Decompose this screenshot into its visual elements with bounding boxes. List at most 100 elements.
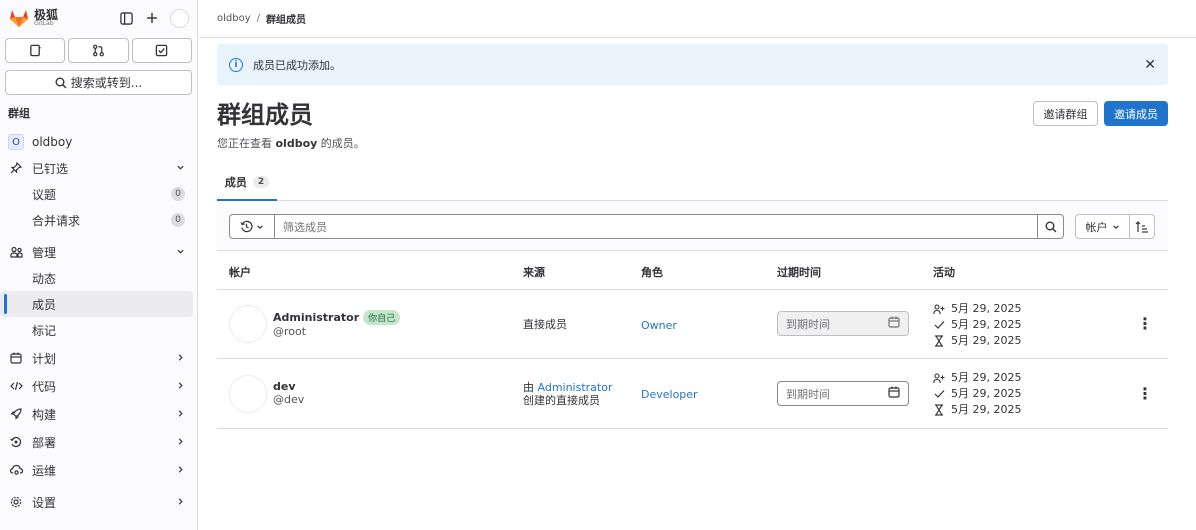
- count-badge: 0: [171, 213, 185, 227]
- column-header-expires: 过期时间: [777, 266, 821, 279]
- sidebar-item-label: 标记: [32, 323, 57, 338]
- issues-icon: [29, 44, 41, 57]
- sidebar-toggle-icon[interactable]: [118, 10, 134, 26]
- search-label: 搜索或转到...: [70, 76, 143, 90]
- sidebar-item-members[interactable]: 成员: [0, 291, 193, 317]
- merge-requests-shortcut-button[interactable]: [68, 38, 129, 63]
- issues-shortcut-button[interactable]: [5, 38, 66, 63]
- search-submit-button[interactable]: [1038, 214, 1064, 239]
- member-activity: 5月 29, 2025 5月 29, 2025 5月 29, 2025: [933, 370, 1021, 418]
- chevron-right-icon: [176, 379, 185, 393]
- breadcrumb: oldboy / 群组成员: [199, 0, 1196, 38]
- column-header-role: 角色: [641, 266, 663, 279]
- sidebar-item-code[interactable]: 代码: [0, 373, 193, 399]
- sidebar-item-merge-requests[interactable]: 合并请求 0: [0, 207, 193, 233]
- main-content: oldboy / 群组成员 i 成员已成功添加。 ✕ 群组成员 您正在查看 ol…: [199, 0, 1196, 530]
- avatar[interactable]: [229, 305, 267, 343]
- sidebar-item-manage[interactable]: 管理: [0, 239, 193, 265]
- avatar[interactable]: [229, 375, 267, 413]
- calendar-icon: [8, 352, 24, 364]
- calendar-icon: [888, 316, 900, 331]
- chevron-down-icon: [1112, 224, 1119, 229]
- tab-label: 成员: [224, 176, 247, 189]
- member-handle: @dev: [273, 393, 305, 406]
- sidebar-item-activity[interactable]: 动态: [0, 265, 193, 291]
- plus-icon[interactable]: [144, 10, 160, 26]
- sidebar-item-issues[interactable]: 议题 0: [0, 181, 193, 207]
- member-name[interactable]: Administrator 你自己: [273, 310, 401, 325]
- user-avatar[interactable]: [170, 8, 189, 28]
- search-icon: [55, 77, 67, 88]
- info-icon: i: [229, 57, 243, 72]
- sidebar-item-label: 动态: [32, 271, 57, 286]
- sidebar-item-label: 部署: [32, 435, 57, 450]
- sidebar-item-settings[interactable]: 设置: [0, 489, 193, 515]
- sidebar-header: 极狐 GitLab: [0, 0, 197, 36]
- sidebar-item-pinned[interactable]: 已钉选: [0, 155, 193, 181]
- sidebar-group-oldboy[interactable]: O oldboy: [0, 129, 193, 155]
- chevron-right-icon: [176, 407, 185, 421]
- chevron-down-icon: [176, 161, 185, 175]
- more-actions-icon[interactable]: ⋮: [1137, 384, 1153, 403]
- page-title: 群组成员: [217, 101, 313, 129]
- member-activity: 5月 29, 2025 5月 29, 2025 5月 29, 2025: [933, 301, 1021, 349]
- chevron-right-icon: [176, 463, 185, 477]
- source-creator-link[interactable]: Administrator: [538, 381, 613, 394]
- tab-members[interactable]: 成员 2: [217, 165, 277, 201]
- activity-last-activity: 5月 29, 2025: [951, 334, 1022, 347]
- invite-group-button[interactable]: 邀请群组: [1033, 101, 1098, 126]
- activity-joined: 5月 29, 2025: [951, 302, 1022, 315]
- todo-check-icon: [156, 44, 168, 57]
- deploy-icon: [8, 436, 24, 448]
- member-name[interactable]: dev: [273, 380, 296, 393]
- hourglass-icon: [933, 335, 945, 347]
- sort-by-dropdown[interactable]: 帐户: [1075, 214, 1130, 239]
- member-source: 直接成员: [523, 318, 567, 331]
- expiration-date-input[interactable]: 到期时间: [777, 311, 909, 336]
- member-source: 由 Administrator 创建的直接成员: [523, 381, 613, 407]
- sidebar-item-build[interactable]: 构建: [0, 401, 193, 427]
- sidebar-item-deploy[interactable]: 部署: [0, 429, 193, 455]
- chevron-right-icon: [176, 435, 185, 449]
- activity-joined: 5月 29, 2025: [951, 371, 1022, 384]
- role-dropdown[interactable]: Owner: [641, 319, 677, 332]
- calendar-icon: [888, 386, 900, 401]
- user-added-icon: [933, 303, 945, 315]
- code-icon: [8, 380, 24, 392]
- member-handle: @root: [273, 325, 307, 338]
- activity-last-activity: 5月 29, 2025: [951, 403, 1022, 416]
- column-header-account: 帐户: [229, 266, 251, 279]
- search-history-button[interactable]: [229, 214, 274, 239]
- sidebar-item-label: 合并请求: [32, 213, 81, 228]
- sidebar-item-operate[interactable]: 运维: [0, 457, 193, 483]
- sidebar-item-label: 构建: [32, 407, 57, 422]
- chevron-down-icon: [176, 245, 185, 259]
- more-actions-icon[interactable]: ⋮: [1137, 314, 1153, 333]
- filter-members-input[interactable]: 筛选成员: [274, 214, 1038, 239]
- count-badge: 0: [171, 187, 185, 201]
- user-added-icon: [933, 372, 945, 384]
- column-header-activity: 活动: [933, 266, 955, 279]
- brand-subtitle: GitLab: [34, 20, 54, 27]
- breadcrumb-current[interactable]: 群组成员: [266, 11, 306, 26]
- invite-member-button[interactable]: 邀请成员: [1104, 101, 1168, 126]
- sidebar-item-plan[interactable]: 计划: [0, 345, 193, 371]
- brand-logo[interactable]: 极狐 GitLab: [8, 8, 58, 28]
- users-icon: [8, 246, 24, 258]
- sort-direction-button[interactable]: [1129, 214, 1155, 239]
- alert-message: 成员已成功添加。: [253, 58, 341, 72]
- close-icon[interactable]: ✕: [1144, 57, 1156, 73]
- role-dropdown[interactable]: Developer: [641, 388, 698, 401]
- activity-last-signin: 5月 29, 2025: [951, 387, 1022, 400]
- sidebar-item-label: 已钉选: [32, 161, 69, 176]
- breadcrumb-parent[interactable]: oldboy: [217, 13, 251, 24]
- sidebar-item-labels[interactable]: 标记: [0, 317, 193, 343]
- page-subtitle: 您正在查看 oldboy 的成员。: [217, 137, 365, 150]
- chevron-right-icon: [176, 495, 185, 509]
- table-header: 帐户 来源 角色 过期时间 活动: [217, 252, 1168, 290]
- rocket-icon: [8, 408, 24, 420]
- check-icon: [933, 389, 945, 399]
- todos-shortcut-button[interactable]: [131, 38, 192, 63]
- expiration-date-input[interactable]: 到期时间: [777, 381, 909, 406]
- search-button[interactable]: 搜索或转到...: [5, 70, 192, 95]
